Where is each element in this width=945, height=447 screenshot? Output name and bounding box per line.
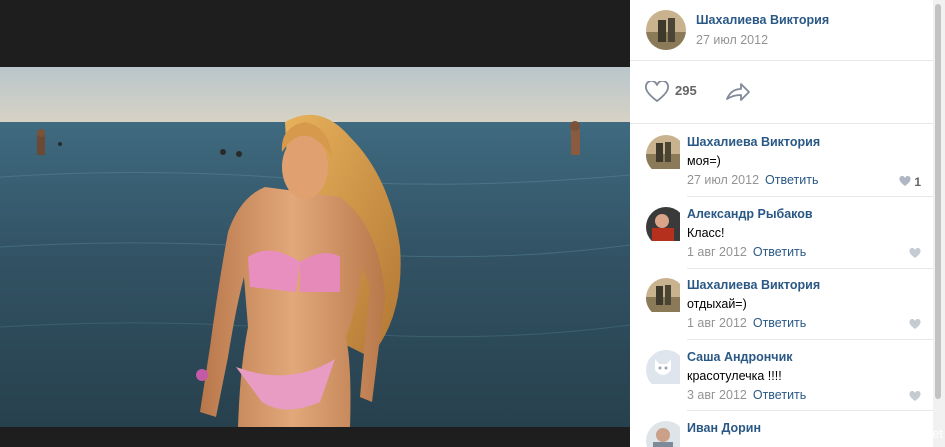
avatar-image xyxy=(646,10,686,50)
avatar-image xyxy=(646,207,680,241)
comment-meta: 27 июл 2012 Ответить xyxy=(687,173,818,187)
post-date[interactable]: 27 июл 2012 xyxy=(696,33,768,47)
comment-meta: 1 авг 2012 Ответить xyxy=(687,245,806,259)
comment-item: Саша Андрончик красотулечка !!!! 3 авг 2… xyxy=(630,350,933,412)
watermark-text: Fishki.net xyxy=(887,426,943,441)
post-author-name[interactable]: Шахалиева Виктория xyxy=(696,13,829,27)
comment-like-button[interactable]: 1 xyxy=(899,175,921,189)
photo-viewer xyxy=(0,0,630,447)
comment-text: отдыхай=) xyxy=(687,297,747,311)
comment-like-button[interactable] xyxy=(909,390,921,404)
divider xyxy=(687,196,933,197)
comment-date[interactable]: 1 авг 2012 xyxy=(687,245,747,259)
comment-item: Александр Рыбаков Класс! 1 авг 2012 Ответ… xyxy=(630,207,933,269)
heart-icon xyxy=(909,247,921,258)
comment-avatar[interactable] xyxy=(646,421,686,447)
comment-avatar[interactable] xyxy=(646,350,686,390)
divider xyxy=(687,268,933,269)
reply-link[interactable]: Ответить xyxy=(765,173,818,187)
comment-like-button[interactable] xyxy=(909,318,921,332)
comment-text: красотулечка !!!! xyxy=(687,369,782,383)
comment-meta: 1 авг 2012 Ответить xyxy=(687,316,806,330)
dog-avatar-icon xyxy=(646,350,680,384)
comment-author[interactable]: Иван Дорин xyxy=(687,421,761,435)
comment-date[interactable]: 1 авг 2012 xyxy=(687,316,747,330)
comment-avatar[interactable] xyxy=(646,207,686,247)
reply-link[interactable]: Ответить xyxy=(753,316,806,330)
post-sidebar: Шахалиева Виктория 27 июл 2012 295 Шахал… xyxy=(630,0,933,447)
comment-avatar[interactable] xyxy=(646,135,686,175)
post-header: Шахалиева Виктория 27 июл 2012 xyxy=(630,0,933,61)
comment-item: Шахалиева Виктория моя=) 27 июл 2012 Отве… xyxy=(630,135,933,197)
comment-author[interactable]: Шахалиева Виктория xyxy=(687,278,820,292)
comment-meta: 3 авг 2012 Ответить xyxy=(687,388,806,402)
heart-icon xyxy=(909,318,921,329)
like-count[interactable]: 295 xyxy=(675,83,697,98)
comment-author[interactable]: Шахалиева Виктория xyxy=(687,135,820,149)
like-button[interactable] xyxy=(645,80,669,106)
comment-item: Шахалиева Виктория отдыхай=) 1 авг 2012 О… xyxy=(630,278,933,340)
comment-author[interactable]: Александр Рыбаков xyxy=(687,207,813,221)
comment-author[interactable]: Саша Андрончик xyxy=(687,350,793,364)
heart-icon xyxy=(899,175,911,186)
divider xyxy=(687,410,933,411)
beach-photo-image xyxy=(0,67,630,427)
scrollbar-thumb[interactable] xyxy=(935,4,941,399)
comment-text: моя=) xyxy=(687,154,721,168)
share-button[interactable] xyxy=(725,81,751,106)
comment-like-count: 1 xyxy=(914,175,921,189)
comment-date[interactable]: 3 авг 2012 xyxy=(687,388,747,402)
avatar-image xyxy=(646,135,680,169)
avatar-image xyxy=(646,278,680,312)
reply-link[interactable]: Ответить xyxy=(753,245,806,259)
post-actions: 295 xyxy=(630,61,933,124)
author-avatar[interactable] xyxy=(646,10,686,50)
comment-avatar[interactable] xyxy=(646,278,686,318)
share-icon xyxy=(726,83,750,101)
divider xyxy=(687,339,933,340)
comment-date[interactable]: 27 июл 2012 xyxy=(687,173,759,187)
comment-text: Класс! xyxy=(687,226,725,240)
avatar-image xyxy=(646,421,680,447)
comment-like-button[interactable] xyxy=(909,247,921,261)
heart-icon xyxy=(645,80,669,103)
post-photo[interactable] xyxy=(0,67,630,427)
reply-link[interactable]: Ответить xyxy=(753,388,806,402)
heart-icon xyxy=(909,390,921,401)
